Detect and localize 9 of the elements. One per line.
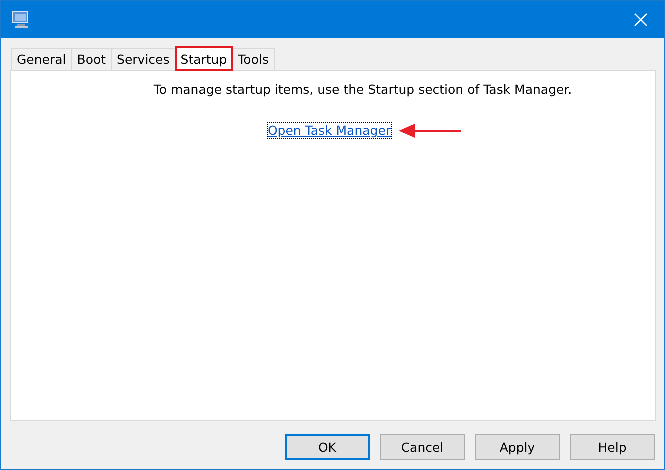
dialog-button[interactable]: Help	[570, 434, 655, 460]
tab[interactable]: Tools	[232, 48, 275, 70]
dialog-button[interactable]: Apply	[475, 434, 560, 460]
info-text: To manage startup items, use the Startup section of Task Manager.	[152, 82, 572, 97]
open-task-manager-link[interactable]: Open Task Manager	[268, 123, 392, 138]
dialog-button[interactable]: Cancel	[380, 434, 465, 460]
dialog-button[interactable]: OK	[285, 434, 370, 460]
tab[interactable]: Startup	[174, 46, 234, 71]
tab[interactable]: General	[11, 48, 72, 70]
